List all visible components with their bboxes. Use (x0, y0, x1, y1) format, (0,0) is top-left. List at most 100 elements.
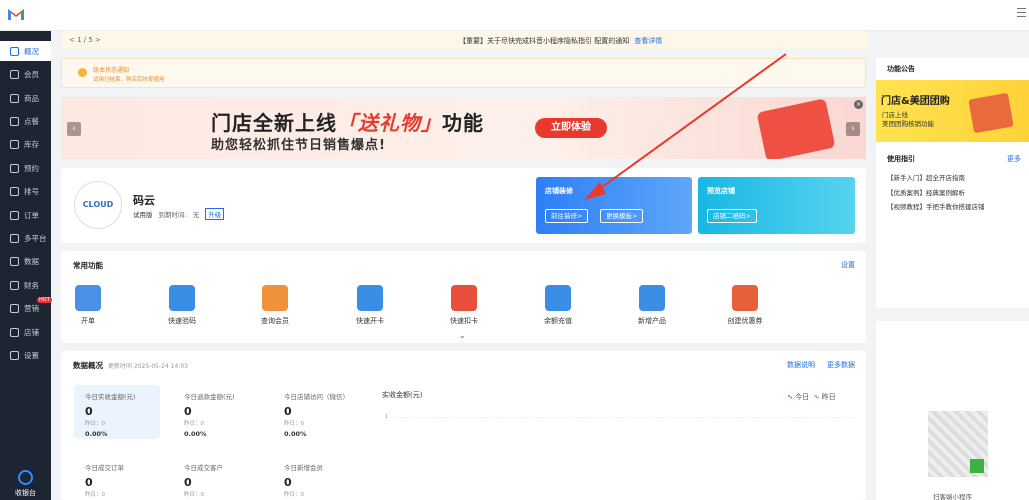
notice-message: 【重要】关于尽快完成抖音小程序隐私指引 配置的通知 (459, 37, 630, 45)
guide-title: 使用指引 (887, 155, 915, 163)
common-functions-title: 常用功能 (73, 261, 103, 270)
stat-today-refund[interactable]: 今日退款金额(元) 0 昨日：0 0.00% (173, 385, 259, 439)
sidebar-item-orders[interactable]: 订单 (0, 205, 51, 225)
sidebar-item-store[interactable]: 店铺 (0, 322, 51, 342)
gmail-logo-icon[interactable] (7, 7, 25, 21)
sidebar-item-data[interactable]: 数据 (0, 251, 51, 271)
guide-item[interactable]: 【优质案例】经典案例解析 (887, 187, 965, 197)
chart-legend: ∿ 今日 ∿ 昨日 (787, 392, 836, 402)
stat-label: 今日实收金额(元) (85, 393, 136, 401)
meituan-promo[interactable]: 门店&美团团购 门店上线 美团团购核销功能 (876, 80, 1029, 142)
store-logo: CLOUD (74, 181, 122, 229)
func-label: 创建优惠券 (727, 317, 763, 325)
legend-today-icon: ∿ (787, 393, 793, 401)
func-open-order[interactable]: 开单 (58, 285, 118, 326)
promo-line2: 美团团购核销功能 (882, 120, 934, 128)
cashier-button[interactable]: 收银台 (0, 438, 51, 500)
qrcode-corner (970, 459, 984, 473)
grid-icon (10, 46, 19, 56)
warning-icon (78, 68, 87, 77)
warning-text: 试用已结束，购买后恢复使用 (93, 77, 165, 83)
verify-code-icon (169, 285, 195, 311)
notice-text: 【重要】关于尽快完成抖音小程序隐私指引 配置的通知 查看详情 (459, 36, 662, 46)
deduct-card-icon (451, 285, 477, 311)
sidebar-item-finance[interactable]: 财务 (0, 275, 51, 295)
notice-pager[interactable]: < 1 / 5 > (69, 36, 101, 44)
func-add-product[interactable]: 新增产品 (622, 285, 682, 326)
guide-item[interactable]: 【新手入门】超全开店指南 (887, 172, 965, 182)
try-now-button[interactable]: 立即体验 (535, 118, 607, 138)
banner-headline-em: 「送礼物」 (337, 111, 442, 135)
banner-next-icon[interactable]: › (846, 122, 860, 136)
promo-banner[interactable]: 门店全新上线「送礼物」功能 助您轻松抓住节日销售爆点! 立即体验 ‹ › × (61, 97, 866, 159)
func-recharge[interactable]: 余额充值 (528, 285, 588, 326)
marketing-icon (10, 303, 19, 313)
legend-yesterday[interactable]: 昨日 (822, 393, 836, 401)
data-overview-title: 数据概况 (73, 361, 103, 370)
warning-title: 版本状态通知 (93, 67, 130, 74)
stat-today-new-members[interactable]: 今日新增会员 0 昨日：0 (273, 456, 359, 500)
data-overview: 数据概况 更新时间 2025-05-24 14:03 数据说明 更多数据 今日实… (61, 351, 866, 500)
sidebar-item-order-food[interactable]: 点餐 (0, 111, 51, 131)
banner-subline: 助您轻松抓住节日销售爆点! (211, 138, 386, 153)
store-qrcode-button[interactable]: 店铺二维码> (707, 209, 757, 223)
expire-label: 到期时间: (158, 211, 187, 219)
sidebar-item-inventory[interactable]: 库存 (0, 134, 51, 154)
stat-label: 今日退款金额(元) (184, 393, 235, 401)
stat-yesterday: 昨日：0 (85, 421, 105, 427)
sidebar: 概况 会员 商品 点餐 库存 预约 排号 订单 多平台 数据 财务 营销 HOT … (0, 31, 52, 500)
common-settings-link[interactable]: 设置 (841, 260, 855, 270)
sidebar-item-overview[interactable]: 概况 (0, 41, 51, 61)
finance-icon (10, 280, 19, 290)
stat-today-orders[interactable]: 今日成交订单 0 昨日：0 (74, 456, 160, 500)
version-label: 试用版 (133, 211, 153, 219)
qrcode-label: 扫客端小程序 (933, 493, 972, 500)
expire-value: 无 (192, 211, 200, 219)
guide-item[interactable]: 【视频教程】手把手教你搭建店铺 (887, 201, 985, 211)
banner-prev-icon[interactable]: ‹ (67, 122, 81, 136)
stat-today-customers[interactable]: 今日成交客户 0 昨日：0 (173, 456, 259, 500)
sidebar-item-goods[interactable]: 商品 (0, 88, 51, 108)
banner-close-icon[interactable]: × (854, 100, 863, 109)
sidebar-item-appointment[interactable]: 预约 (0, 158, 51, 178)
stat-yesterday: 昨日：0 (284, 421, 304, 427)
announcement-panel: 功能公告 门店&美团团购 门店上线 美团团购核销功能 使用指引 更多 【新手入门… (876, 58, 1029, 308)
func-label: 快速扣卡 (450, 317, 478, 325)
func-open-card[interactable]: 快速开卡 (340, 285, 400, 326)
chevron-down-icon[interactable]: ⌄ (459, 331, 466, 340)
legend-today[interactable]: 今日 (795, 393, 809, 401)
sidebar-item-settings[interactable]: 设置 (0, 345, 51, 365)
order-food-icon (10, 116, 19, 126)
guide-more-link[interactable]: 更多 (1007, 154, 1021, 164)
func-label: 余额充值 (544, 317, 572, 325)
stat-percent: 0.00% (284, 430, 307, 438)
stat-today-visits[interactable]: 今日店铺访问（微信） 0 昨日：0 0.00% (273, 385, 373, 439)
data-explain-link[interactable]: 数据说明 (787, 360, 815, 370)
coupon-icon (732, 285, 758, 311)
banner-headline-pre: 门店全新上线 (211, 111, 337, 135)
menu-icon[interactable] (1017, 8, 1026, 17)
change-template-button[interactable]: 更换模板> (600, 209, 644, 223)
sidebar-item-member[interactable]: 会员 (0, 64, 51, 84)
preview-store-card: 预览店铺 店铺二维码> (698, 177, 855, 234)
stat-label: 今日成交订单 (85, 464, 124, 472)
more-data-link[interactable]: 更多数据 (827, 360, 855, 370)
upgrade-button[interactable]: 升级 (205, 208, 225, 220)
go-decorate-button[interactable]: 前往装修> (545, 209, 589, 223)
cashier-label: 收银台 (15, 489, 36, 497)
sidebar-item-queue[interactable]: 排号 (0, 181, 51, 201)
member-search-icon (262, 285, 288, 311)
store-info: 试用版 到期时间: 无 升级 (133, 208, 225, 220)
func-label: 查询会员 (261, 317, 289, 325)
func-create-coupon[interactable]: 创建优惠券 (715, 285, 775, 326)
func-query-member[interactable]: 查询会员 (245, 285, 305, 326)
stat-value: 0 (184, 476, 192, 489)
stat-value: 0 (85, 476, 93, 489)
sidebar-item-marketing[interactable]: 营销 HOT (0, 297, 52, 318)
sidebar-item-multiplatform[interactable]: 多平台 (0, 228, 51, 248)
func-verify-code[interactable]: 快速验码 (152, 285, 212, 326)
promo-title: 门店&美团团购 (881, 96, 950, 107)
notice-detail-link[interactable]: 查看详情 (634, 37, 662, 45)
stat-today-revenue[interactable]: 今日实收金额(元) 0 昨日：0 0.00% (74, 385, 160, 439)
func-deduct-card[interactable]: 快速扣卡 (434, 285, 494, 326)
